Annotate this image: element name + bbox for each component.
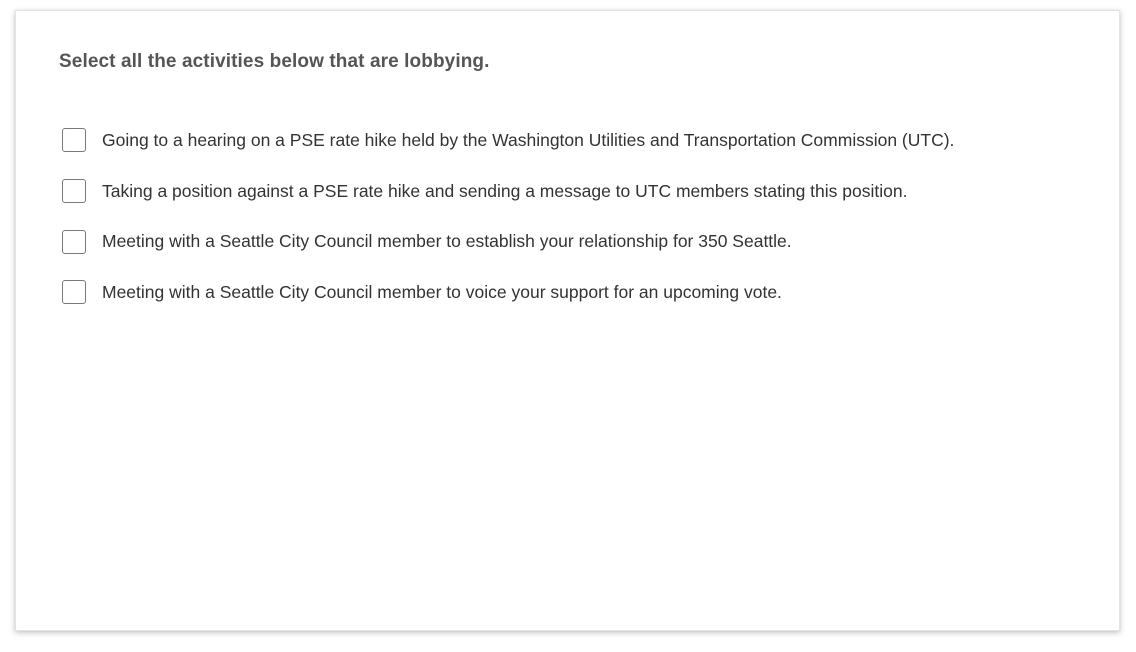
option-item[interactable]: Taking a position against a PSE rate hik…: [62, 166, 954, 217]
option-label: Meeting with a Seattle City Council memb…: [102, 231, 792, 252]
option-label: Taking a position against a PSE rate hik…: [102, 180, 908, 201]
option-item[interactable]: Meeting with a Seattle City Council memb…: [62, 216, 954, 267]
option-checkbox[interactable]: [62, 179, 86, 204]
option-label: Meeting with a Seattle City Council memb…: [102, 281, 782, 302]
question-prompt: Select all the activities below that are…: [59, 51, 490, 72]
option-item[interactable]: Meeting with a Seattle City Council memb…: [62, 267, 954, 318]
options-list: Going to a hearing on a PSE rate hike he…: [62, 115, 954, 318]
option-label: Going to a hearing on a PSE rate hike he…: [102, 129, 955, 150]
question-card: Select all the activities below that are…: [15, 10, 1120, 631]
option-checkbox[interactable]: [62, 280, 86, 305]
option-checkbox[interactable]: [62, 128, 86, 153]
option-checkbox[interactable]: [62, 229, 86, 254]
option-item[interactable]: Going to a hearing on a PSE rate hike he…: [62, 115, 954, 166]
